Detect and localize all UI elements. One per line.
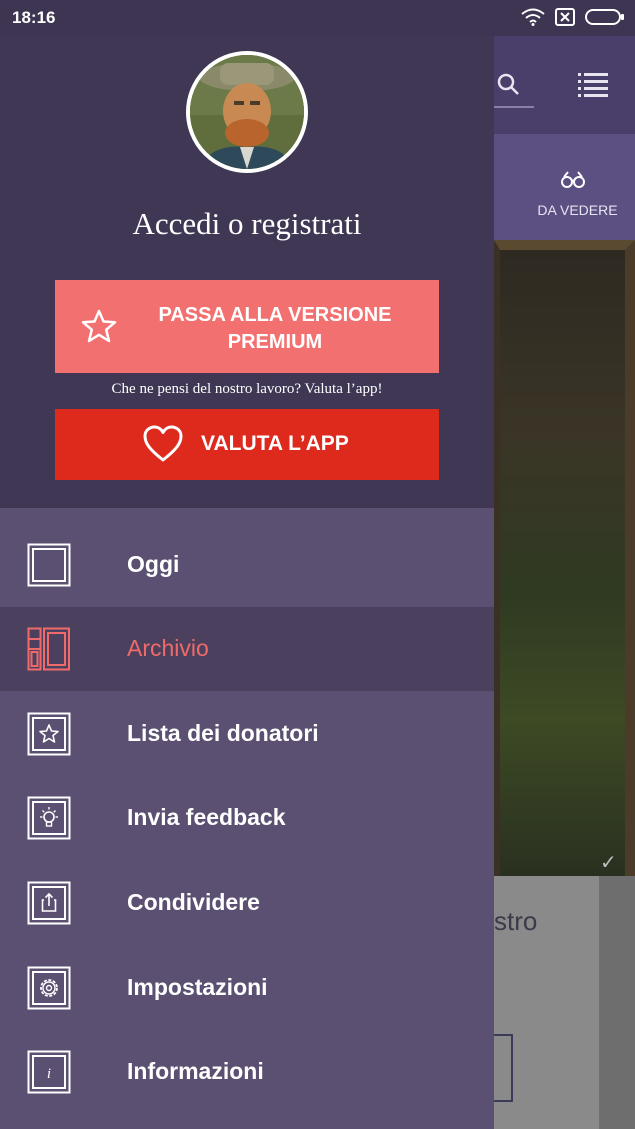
square-icon — [27, 543, 71, 587]
rate-app-button[interactable]: VALUTA L’APP — [55, 409, 439, 480]
rate-question: Che ne pensi del nostro lavoro? Valuta l… — [111, 381, 383, 397]
menu-label-lista-donatori: Lista dei donatori — [127, 720, 319, 746]
battery-icon — [585, 9, 624, 25]
menu-item-invia-feedback[interactable]: Invia feedback — [0, 776, 494, 860]
menu-label-archivio: Archivio — [127, 635, 209, 661]
tab-da-vedere[interactable]: DA VEDERE — [520, 202, 635, 218]
premium-button-label: PASSA ALLA VERSIONE PREMIUM — [158, 304, 392, 353]
list-icon[interactable] — [578, 70, 608, 100]
check-icon: ✓ — [600, 852, 617, 874]
sim-icon — [555, 8, 575, 26]
menu-item-condividere[interactable]: Condividere — [0, 861, 494, 945]
lightbulb-icon — [27, 796, 71, 840]
navigation-drawer: Accedi o registrati PASSA ALLA VERSIONE … — [0, 36, 494, 1129]
svg-text:i: i — [47, 1066, 51, 1082]
archive-icon — [27, 627, 70, 671]
portrait-image — [190, 55, 304, 169]
menu-label-informazioni: Informazioni — [127, 1058, 264, 1084]
painting-image — [494, 240, 635, 876]
gear-icon — [27, 966, 71, 1010]
login-link[interactable]: Accedi o registrati — [0, 206, 494, 242]
menu-item-archivio[interactable]: Archivio — [0, 607, 494, 691]
menu-item-lista-donatori[interactable]: Lista dei donatori — [0, 692, 494, 776]
menu-label-invia-feedback: Invia feedback — [127, 804, 286, 830]
status-time: 18:16 — [12, 8, 56, 27]
menu-label-condividere: Condividere — [127, 889, 260, 915]
card-edge — [599, 876, 635, 1129]
drawer-menu: Oggi Archivio Lista dei donatori Invia f… — [0, 508, 494, 1129]
info-icon: i — [27, 1050, 71, 1094]
card-text: stro — [494, 906, 538, 936]
heart-icon — [143, 425, 183, 462]
search-underline — [494, 106, 534, 108]
rate-app-label: VALUTA L’APP — [201, 432, 349, 455]
menu-item-impostazioni[interactable]: Impostazioni — [0, 946, 494, 1030]
premium-button[interactable]: PASSA ALLA VERSIONE PREMIUM — [55, 280, 439, 373]
status-bar: 18:16 — [0, 0, 635, 36]
star-icon — [27, 712, 71, 756]
card-button[interactable] — [494, 1034, 513, 1102]
menu-item-oggi[interactable]: Oggi — [0, 523, 494, 607]
menu-label-impostazioni: Impostazioni — [127, 974, 268, 1000]
status-icons — [521, 8, 625, 26]
share-icon — [27, 881, 71, 925]
drawer-header: Accedi o registrati PASSA ALLA VERSIONE … — [0, 36, 494, 508]
wifi-icon — [521, 8, 545, 26]
menu-label-oggi: Oggi — [127, 551, 180, 577]
glasses-icon — [561, 171, 585, 188]
search-icon[interactable] — [496, 72, 520, 96]
menu-item-informazioni[interactable]: i Informazioni — [0, 1030, 494, 1114]
star-icon — [81, 309, 117, 343]
avatar[interactable] — [186, 51, 308, 173]
